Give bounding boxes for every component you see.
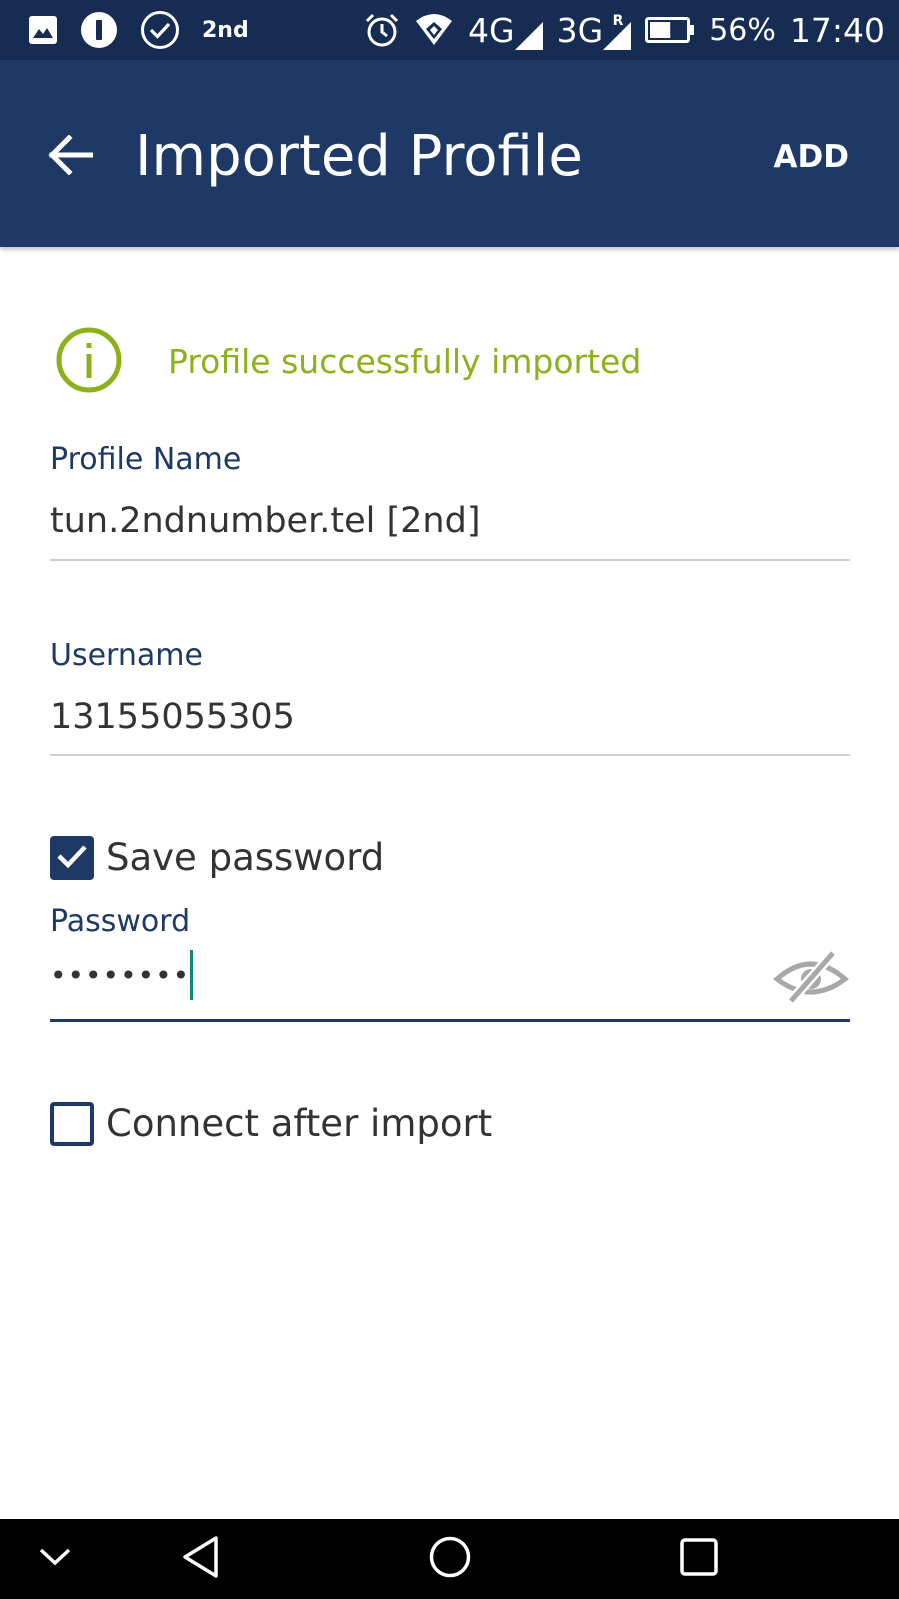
password-masked-value: •••••••• [50, 958, 191, 992]
app-bar: Imported Profile ADD [0, 60, 899, 247]
import-success-notice: Profile successfully imported [56, 327, 856, 397]
profile-name-underline [50, 559, 850, 561]
status-bar: 2nd 4G 3G R 56% 17:40 [0, 0, 899, 60]
nav-recents-button[interactable] [674, 1519, 724, 1599]
password-underline [50, 1019, 850, 1022]
chevron-down-icon [38, 1547, 72, 1571]
nav-home-button[interactable] [420, 1519, 480, 1599]
alarm-icon [364, 12, 400, 48]
signal-icon [514, 21, 543, 50]
notification-text: 2nd [202, 17, 249, 43]
toggle-password-visibility-button[interactable] [772, 949, 850, 1009]
back-triangle-icon [180, 1535, 220, 1583]
password-label: Password [50, 904, 191, 939]
save-password-checkbox[interactable]: Save password [50, 834, 384, 882]
username-input[interactable]: 13155055305 [50, 694, 295, 740]
wifi-icon [414, 13, 454, 47]
add-button[interactable]: ADD [774, 132, 849, 182]
network-type-4g: 4G [468, 10, 515, 50]
eye-off-icon [773, 949, 849, 1009]
page-title: Imported Profile [135, 124, 583, 189]
password-field: Password •••••••• [50, 902, 850, 1042]
gallery-icon [28, 15, 58, 45]
system-nav-bar [0, 1519, 899, 1599]
battery-percent: 56% [709, 12, 776, 48]
password-input[interactable]: •••••••• [50, 950, 194, 1000]
profile-name-input[interactable]: tun.2ndnumber.tel [2nd] [50, 498, 480, 544]
arrow-left-icon [47, 134, 94, 179]
hide-nav-button[interactable] [30, 1519, 80, 1599]
nav-back-button[interactable] [175, 1519, 225, 1599]
username-label: Username [50, 638, 203, 673]
back-button[interactable] [42, 132, 98, 182]
check-circle-icon [140, 10, 180, 50]
profile-name-label: Profile Name [50, 442, 242, 477]
recents-square-icon [679, 1537, 719, 1581]
notice-text: Profile successfully imported [168, 342, 642, 381]
info-circle-icon [56, 327, 122, 397]
roaming-mark: R [612, 12, 624, 29]
connect-after-import-label: Connect after import [106, 1102, 493, 1145]
clock-time: 17:40 [789, 10, 885, 50]
home-circle-icon [428, 1535, 472, 1583]
network-type-3g: 3G [556, 10, 604, 50]
checkmark-icon [56, 842, 88, 874]
info-circle-icon [80, 11, 118, 49]
save-password-label: Save password [106, 836, 385, 879]
username-field: Username 13155055305 [50, 636, 850, 761]
battery-icon [645, 17, 695, 43]
checkbox-checked[interactable] [50, 836, 94, 880]
profile-name-field: Profile Name tun.2ndnumber.tel [2nd] [50, 440, 850, 565]
username-underline [50, 754, 850, 756]
checkbox-unchecked[interactable] [50, 1102, 94, 1146]
connect-after-import-checkbox[interactable]: Connect after import [50, 1100, 492, 1148]
text-cursor [190, 950, 194, 1000]
